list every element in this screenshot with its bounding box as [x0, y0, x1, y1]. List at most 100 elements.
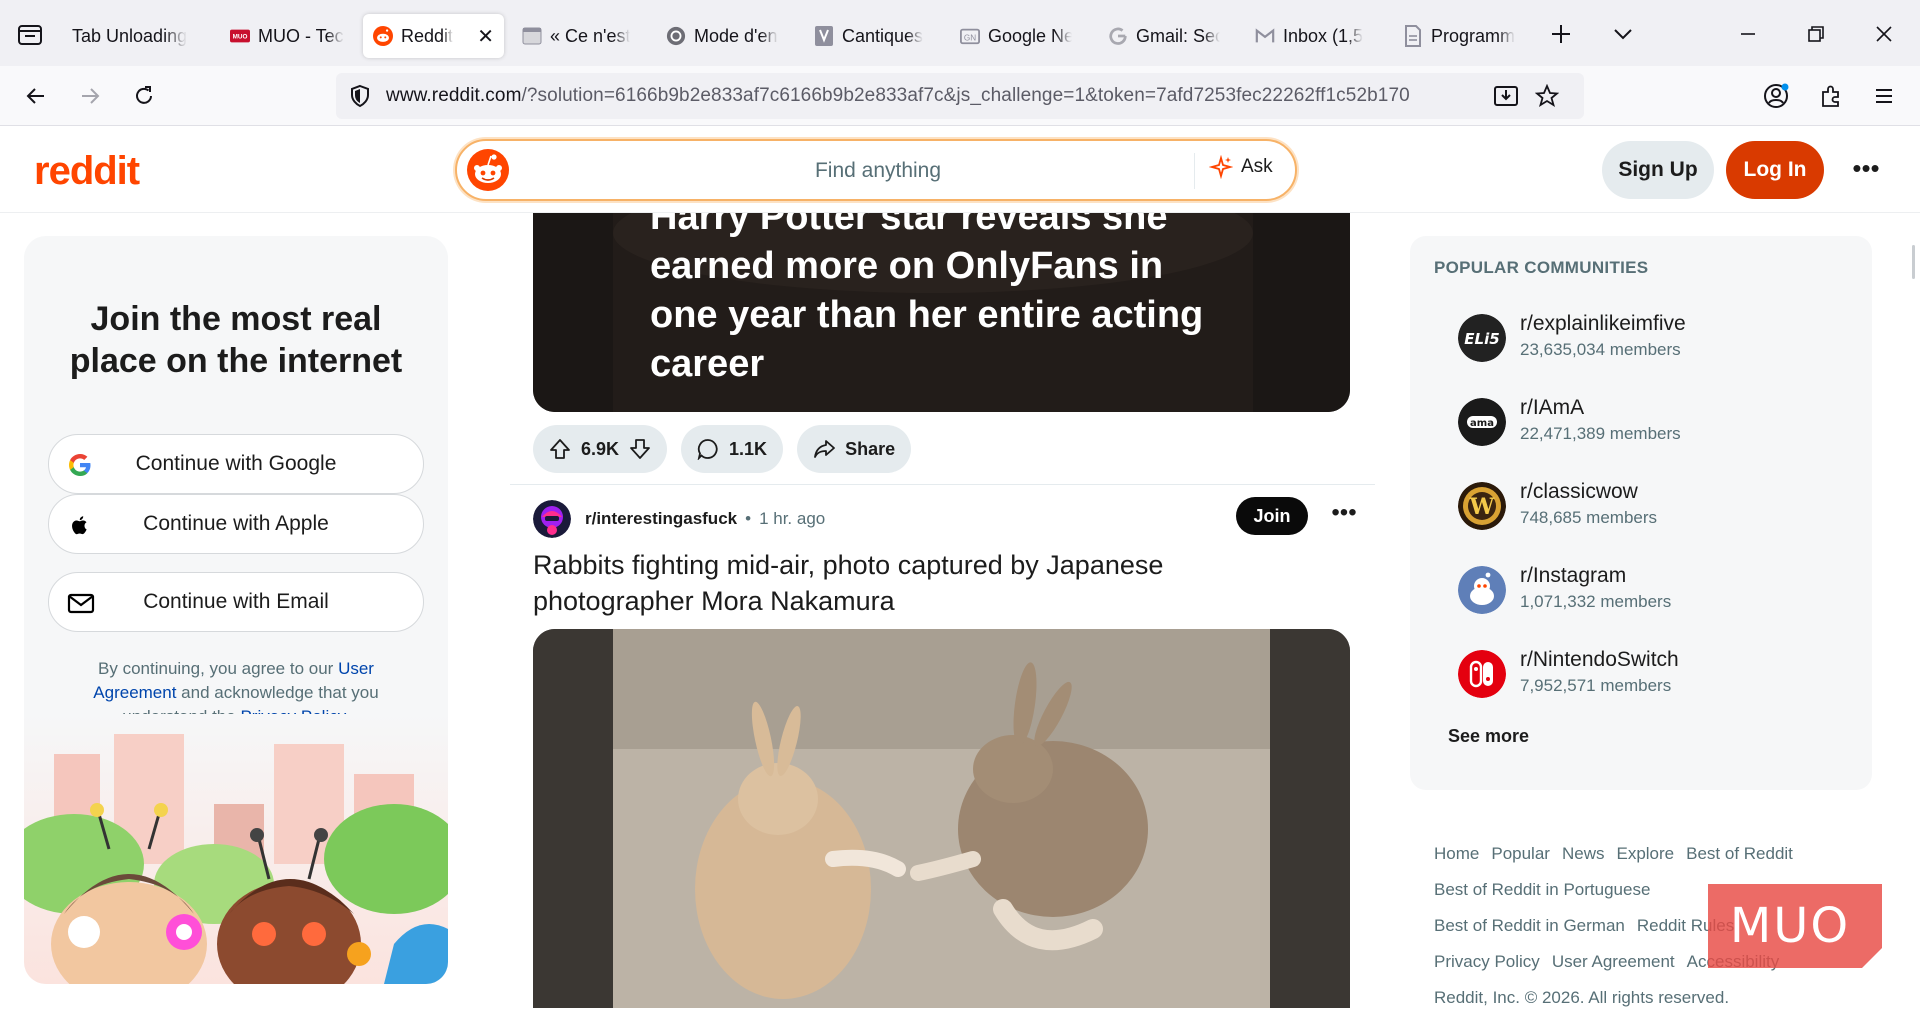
downvote-icon[interactable] — [629, 438, 651, 460]
shield-icon[interactable] — [348, 84, 372, 108]
search-divider — [1194, 153, 1195, 189]
tab-list-icon[interactable] — [16, 20, 44, 48]
comments-button[interactable]: 1.1K — [681, 425, 784, 473]
url-host: www.reddit.com — [386, 85, 522, 106]
tab-label: Gmail: Sec — [1136, 25, 1220, 46]
tab-0[interactable]: Tab Unloading — [62, 14, 210, 58]
community-avatar-text: ELi5 — [1464, 330, 1499, 348]
meta-separator: • — [745, 509, 752, 528]
url-text[interactable]: www.reddit.com/?solution=6166b9b2e833af7… — [386, 85, 1481, 107]
post-title[interactable]: Rabbits fighting mid-air, photo captured… — [533, 547, 1253, 619]
copyright: Reddit, Inc. © 2026. All rights reserved… — [1434, 988, 1730, 1007]
menu-icon[interactable] — [1868, 80, 1900, 112]
restore-icon[interactable] — [1800, 18, 1832, 50]
tab-label: Cantiques — [842, 25, 924, 46]
popular-communities-panel: POPULAR COMMUNITIES ELi5 r/explainlikeim… — [1410, 236, 1872, 790]
browser-tab-strip: Tab Unloading MUO MUO - Tec Reddit ✕ « C… — [0, 0, 1920, 66]
post-more-icon[interactable]: ••• — [1326, 501, 1362, 531]
footer-link-best-of-reddit[interactable]: Best of Reddit — [1686, 844, 1793, 863]
tab-label: Mode d'en — [694, 25, 778, 46]
back-icon[interactable] — [20, 80, 52, 112]
close-window-icon[interactable] — [1868, 18, 1900, 50]
google-icon — [1108, 26, 1128, 46]
close-tab-icon[interactable]: ✕ — [477, 24, 494, 49]
community-members: 23,635,034 members — [1520, 340, 1681, 359]
save-page-icon[interactable] — [1493, 84, 1519, 108]
account-icon[interactable] — [1760, 80, 1792, 112]
community-item[interactable]: W r/classicwow 748,685 members — [1458, 474, 1858, 534]
scrollbar-thumb[interactable] — [1912, 245, 1915, 279]
community-item[interactable]: ELi5 r/explainlikeimfive 23,635,034 memb… — [1458, 306, 1858, 366]
tab-5[interactable]: Cantiques — [804, 14, 936, 58]
nintendo-switch-icon — [1458, 650, 1506, 698]
community-avatar: ELi5 — [1458, 314, 1506, 362]
community-name: r/NintendoSwitch — [1520, 648, 1679, 671]
footer-link-best-german[interactable]: Best of Reddit in German — [1434, 916, 1625, 935]
drive-icon — [814, 26, 834, 46]
page-icon — [522, 26, 542, 46]
share-label: Share — [845, 438, 896, 459]
url-bar[interactable]: www.reddit.com/?solution=6166b9b2e833af7… — [336, 73, 1584, 119]
community-name: r/IAmA — [1520, 396, 1585, 419]
sign-up-button[interactable]: Sign Up — [1602, 141, 1714, 199]
footer-link-popular[interactable]: Popular — [1491, 844, 1550, 863]
more-options-icon[interactable]: ••• — [1846, 153, 1886, 189]
vote-count: 6.9K — [581, 438, 620, 459]
email-label: Continue with Email — [143, 590, 329, 613]
join-title: Join the most real place on the internet — [69, 300, 403, 380]
continue-with-email-button[interactable]: Continue with Email — [48, 572, 424, 632]
footer-link-user-agreement[interactable]: User Agreement — [1552, 952, 1675, 971]
footer-link-home[interactable]: Home — [1434, 844, 1479, 863]
google-label: Continue with Google — [135, 452, 337, 475]
tab-2[interactable]: Reddit ✕ — [363, 14, 504, 58]
muo-watermark-text: MUO — [1730, 898, 1850, 954]
continue-with-google-button[interactable]: Continue with Google — [48, 434, 424, 494]
upvote-icon[interactable] — [549, 438, 571, 460]
forward-icon[interactable] — [74, 80, 106, 112]
swirl-icon — [666, 26, 686, 46]
footer-link-news[interactable]: News — [1562, 844, 1605, 863]
ask-button[interactable]: Ask — [1209, 155, 1273, 179]
search-placeholder: Find anything — [814, 159, 942, 182]
log-in-button[interactable]: Log In — [1726, 141, 1824, 199]
url-path: /?solution=6166b9b2e833af7c6166b9b2e833a… — [521, 85, 1410, 106]
chevron-down-icon[interactable] — [1607, 18, 1639, 50]
mail-icon — [67, 590, 95, 616]
bookmark-star-icon[interactable] — [1535, 84, 1559, 108]
community-avatar-text: ama — [1470, 418, 1494, 429]
tab-1[interactable]: MUO MUO - Tec — [220, 14, 354, 58]
tab-6[interactable]: GN Google Ne — [950, 14, 1082, 58]
post-divider — [510, 484, 1375, 485]
tab-7[interactable]: Gmail: Sec — [1098, 14, 1230, 58]
footer-link-explore[interactable]: Explore — [1616, 844, 1674, 863]
document-icon — [1403, 25, 1423, 47]
apple-icon — [67, 512, 93, 538]
new-tab-icon[interactable] — [1545, 18, 1577, 50]
continue-with-apple-button[interactable]: Continue with Apple — [48, 494, 424, 554]
reload-icon[interactable] — [128, 80, 160, 112]
subreddit-name[interactable]: r/interestingasfuck — [585, 509, 737, 529]
community-avatar: W — [1458, 482, 1506, 530]
extensions-icon[interactable] — [1815, 80, 1847, 112]
community-avatar-text: W — [1469, 494, 1495, 520]
post-photo[interactable] — [533, 629, 1350, 1008]
tab-9[interactable]: Programm — [1393, 14, 1525, 58]
community-avatar: ama — [1458, 398, 1506, 446]
subreddit-avatar[interactable] — [533, 500, 571, 538]
community-item[interactable]: r/Instagram 1,071,332 members — [1458, 558, 1858, 618]
footer-link-privacy-policy[interactable]: Privacy Policy — [1434, 952, 1540, 971]
popular-communities-title: POPULAR COMMUNITIES — [1434, 258, 1649, 277]
share-button[interactable]: Share — [797, 425, 912, 473]
join-button[interactable]: Join — [1236, 497, 1308, 535]
tab-8[interactable]: Inbox (1,5 — [1245, 14, 1377, 58]
search-bar[interactable]: Find anything Ask — [455, 139, 1297, 201]
reddit-logo[interactable]: reddit — [34, 149, 140, 194]
footer-link-best-portuguese[interactable]: Best of Reddit in Portuguese — [1434, 880, 1650, 899]
tab-4[interactable]: Mode d'en — [656, 14, 788, 58]
post-image[interactable]: Harry Potter star reveals she earned mor… — [533, 213, 1350, 412]
minimize-icon[interactable] — [1732, 18, 1764, 50]
community-item[interactable]: r/NintendoSwitch 7,952,571 members — [1458, 642, 1858, 702]
tab-3[interactable]: « Ce n'est — [512, 14, 644, 58]
see-more-button[interactable]: See more — [1448, 726, 1529, 747]
community-item[interactable]: ama r/IAmA 22,471,389 members — [1458, 390, 1858, 450]
